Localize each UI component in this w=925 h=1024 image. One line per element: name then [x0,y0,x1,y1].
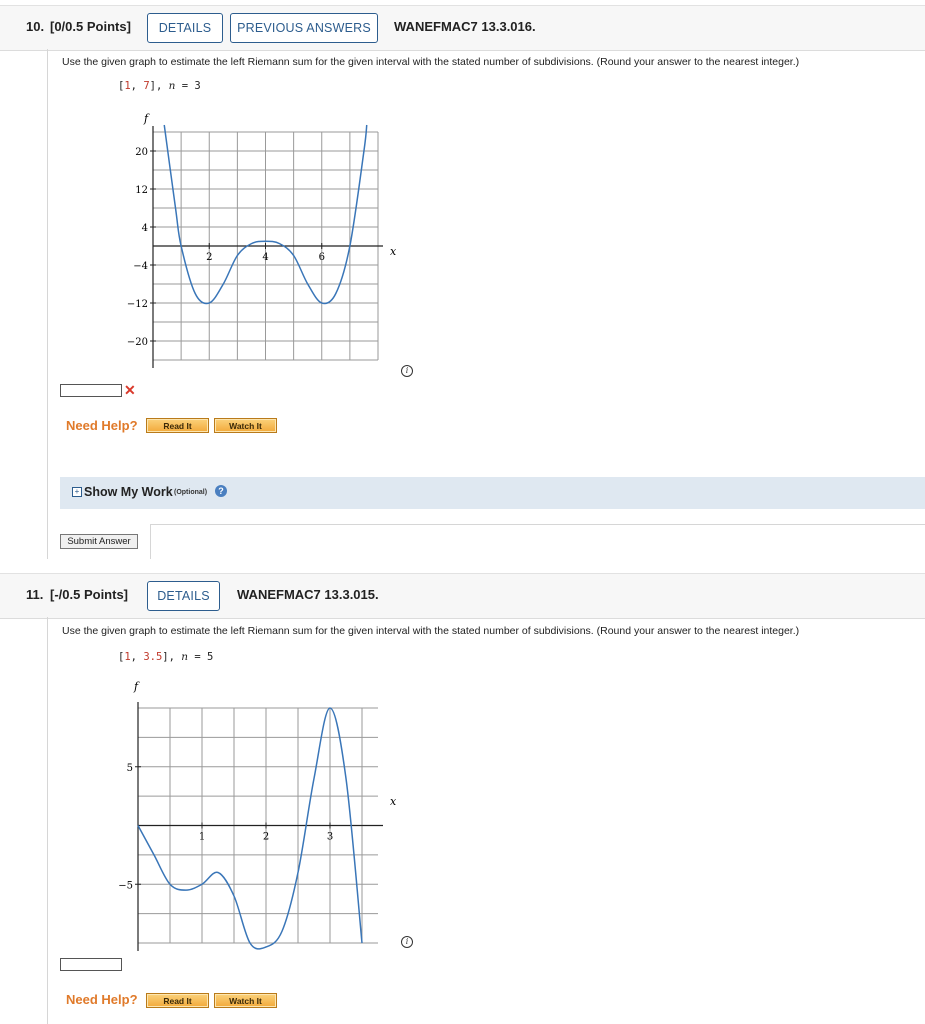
n-value: = 5 [188,651,214,663]
previous-answers-button[interactable]: PREVIOUS ANSWERS [230,13,378,43]
x-axis-label: x [390,795,397,808]
info-circle-icon[interactable]: i [401,365,413,377]
interval-separator: , [130,651,144,663]
y-tick-label: 12 [135,185,148,196]
submit-separator [150,524,925,525]
question-11-header: 11. [-/0.5 Points] DETAILS WANEFMAC7 13.… [0,573,925,619]
x-tick-label: 2 [263,832,269,843]
x-tick-label: 4 [262,252,268,263]
y-tick-label: −4 [133,261,148,272]
graph-axes [152,126,383,368]
need-help-label: Need Help? [66,418,138,433]
x-mark-icon: ✕ [124,382,136,398]
need-help-label: Need Help? [66,992,138,1007]
x-axis-label: x [390,245,397,258]
y-tick-label: 4 [142,223,148,234]
question-code: WANEFMAC7 13.3.015. [237,587,379,602]
y-tick-label: 20 [135,147,148,158]
plus-square-icon[interactable]: + [72,487,82,497]
graph-tick-labels: 2 4 6 20 12 4 −4 −12 −20 [127,147,325,348]
interval-end: 3.5 [143,651,163,663]
x-tick-label: 1 [199,832,205,843]
read-it-button[interactable]: Read It [146,418,209,433]
show-my-work-label[interactable]: Show My Work [84,485,173,499]
bracket-close: ], [149,80,163,92]
interval-separator: , [130,80,144,92]
question-number: 11. [26,587,44,602]
question-code: WANEFMAC7 13.3.016. [394,19,536,34]
show-my-work-panel[interactable]: + Show My Work (Optional) ? [60,477,925,509]
question-10-header: 10. [0/0.5 Points] DETAILS PREVIOUS ANSW… [0,5,925,51]
graph-question-11: 1 2 3 5 −5 f x [118,680,397,951]
x-tick-label: 6 [319,252,325,263]
question-points: [0/0.5 Points] [50,19,131,34]
n-value: = 3 [175,80,201,92]
y-tick-label: 5 [127,763,133,774]
x-tick-label: 2 [206,252,212,263]
details-button[interactable]: DETAILS [147,13,223,43]
question-circle-icon[interactable]: ? [215,485,227,497]
interval-expression: [1, 7], n = 3 [118,80,201,92]
y-tick-label: −20 [127,337,148,348]
optional-label: (Optional) [174,489,208,496]
question-prompt: Use the given graph to estimate the left… [62,56,800,68]
answer-input[interactable] [60,958,122,971]
x-tick-label: 3 [327,832,333,843]
question-points: [-/0.5 Points] [50,587,129,602]
graph-tick-labels: 1 2 3 5 −5 [118,763,333,892]
function-curve [137,707,363,950]
submit-answer-button[interactable]: Submit Answer [60,534,138,549]
question-10-left-rule [47,49,48,559]
question-number: 10. [26,19,45,34]
interval-expression: [1, 3.5], n = 5 [118,651,213,663]
answer-input[interactable] [60,384,122,397]
question-11-left-rule [47,617,48,1024]
y-axis-label: f [133,680,140,693]
question-prompt: Use the given graph to estimate the left… [62,625,800,637]
watch-it-button[interactable]: Watch It [214,418,277,433]
y-axis-label: f [143,112,150,125]
details-button[interactable]: DETAILS [147,581,220,611]
y-tick-label: −5 [118,880,133,891]
submit-separator-vertical [150,524,151,559]
info-circle-icon[interactable]: i [401,936,413,948]
y-tick-label: −12 [127,299,148,310]
graph-question-10: 2 4 6 20 12 4 −4 −12 −20 f x [127,112,397,368]
read-it-button[interactable]: Read It [146,993,209,1008]
watch-it-button[interactable]: Watch It [214,993,277,1008]
bracket-close: ], [162,651,175,663]
